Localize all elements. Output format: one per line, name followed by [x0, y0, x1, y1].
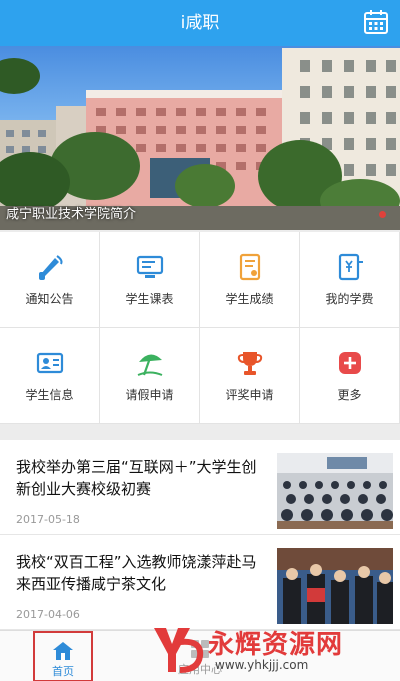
more-plus-icon [339, 352, 361, 374]
grade-document-icon [239, 253, 261, 281]
news-date: 2017-04-06 [16, 608, 80, 621]
grid-item-notices[interactable]: 通知公告 [0, 232, 100, 328]
app-title: i咸职 [180, 13, 220, 33]
monitor-icon [136, 255, 164, 278]
grid-item-grades[interactable]: 学生成绩 [200, 232, 300, 328]
grid-item-label: 请假申请 [125, 388, 174, 402]
watermark-title: 永辉资源网 [208, 630, 344, 660]
grid-item-label: 更多 [337, 388, 362, 402]
news-item[interactable]: 我校“双百工程”入选教师饶漾萍赴马来西亚传播咸宁茶文化 2017-04-06 [0, 535, 400, 630]
app-header: i咸职 [0, 0, 400, 46]
news-thumbnail [277, 453, 393, 529]
news-date: 2017-05-18 [16, 513, 80, 526]
grid-item-more[interactable]: 更多 [300, 328, 400, 424]
grid-item-award[interactable]: 评奖申请 [200, 328, 300, 424]
id-card-icon [36, 352, 64, 374]
carousel-indicator[interactable] [379, 211, 386, 218]
grid-item-timetable[interactable]: 学生课表 [100, 232, 200, 328]
campus-banner[interactable]: 咸宁职业技术学院简介 [0, 46, 400, 230]
home-icon [53, 642, 73, 660]
calendar-icon[interactable] [363, 9, 389, 35]
tab-home[interactable]: 首页 [33, 631, 93, 681]
grid-item-label: 学生成绩 [225, 292, 274, 306]
grid-item-label: 学生课表 [125, 292, 174, 306]
grid-item-tuition[interactable]: 我的学费 [300, 232, 400, 328]
grid-item-label: 通知公告 [25, 292, 74, 306]
news-item[interactable]: 我校举办第三届“互联网＋”大学生创新创业大赛校级初赛 2017-05-18 [0, 440, 400, 535]
watermark-url: www.yhkjjj.com [215, 658, 309, 672]
grid-item-label: 我的学费 [325, 292, 374, 306]
grid-item-student-info[interactable]: 学生信息 [0, 328, 100, 424]
banner-caption: 咸宁职业技术学院简介 [6, 207, 137, 222]
news-title: 我校举办第三届“互联网＋”大学生创新创业大赛校级初赛 [16, 458, 257, 498]
watermark-logo [154, 628, 204, 673]
watermark: 永辉资源网 www.yhkjjj.com [150, 622, 400, 674]
function-grid: 通知公告 学生课表 学生成绩 我的学费 学生信息 请假申请 评奖申请 更多 [0, 232, 400, 424]
grid-item-label: 评奖申请 [225, 388, 274, 402]
news-title: 我校“双百工程”入选教师饶漾萍赴马来西亚传播咸宁茶文化 [16, 553, 257, 593]
news-thumbnail [277, 548, 393, 624]
grid-item-label: 学生信息 [25, 388, 74, 402]
tab-home-label: 首页 [52, 665, 74, 678]
tuition-document-icon [338, 253, 363, 281]
news-list: 我校举办第三届“互联网＋”大学生创新创业大赛校级初赛 2017-05-18 我校… [0, 440, 400, 630]
beach-umbrella-icon [137, 354, 163, 376]
grid-item-leave[interactable]: 请假申请 [100, 328, 200, 424]
trophy-icon [237, 352, 263, 375]
megaphone-icon [39, 255, 63, 280]
